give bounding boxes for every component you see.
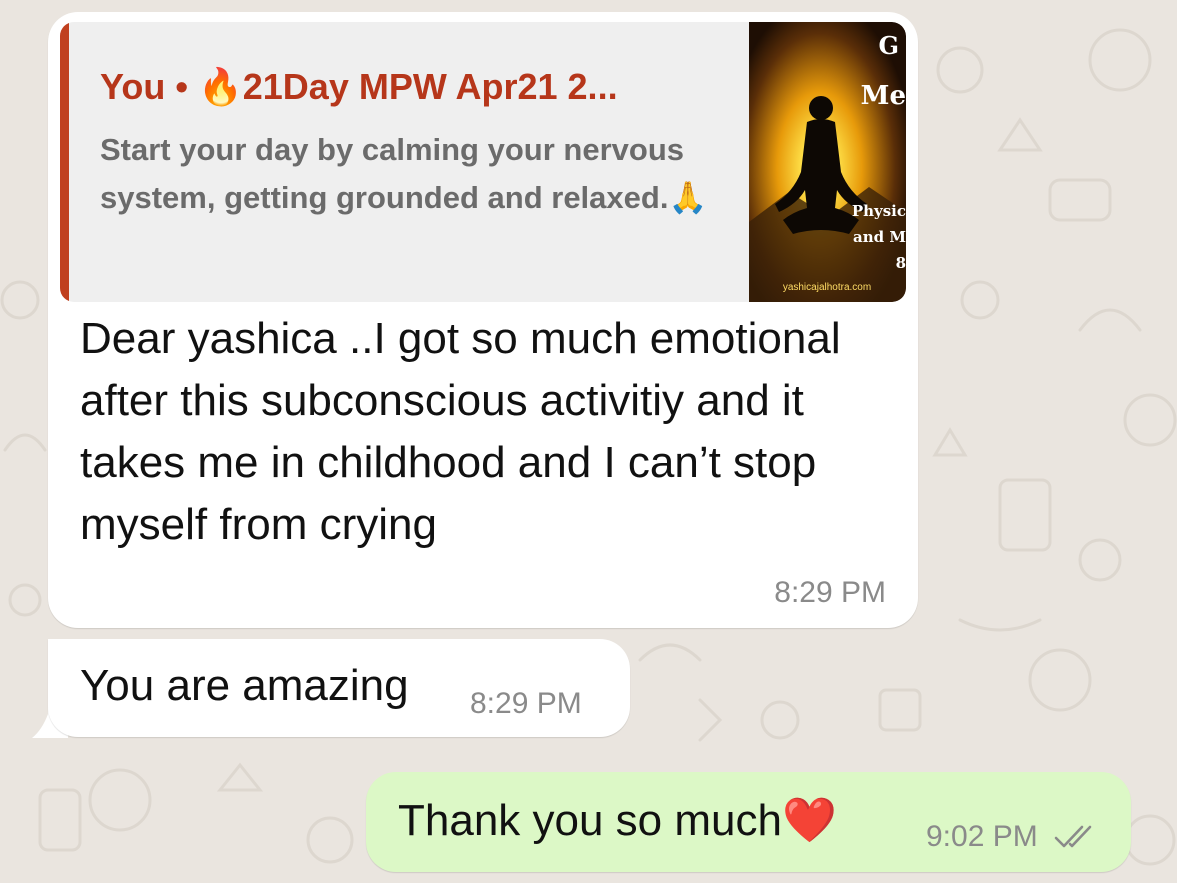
message-body: Thank you so much❤️: [398, 790, 837, 852]
heart-icon: ❤️: [781, 796, 837, 845]
message-timestamp: 8:29 PM: [774, 576, 886, 609]
thumbnail-caption-3: Physic: [852, 202, 906, 220]
quote-thumbnail: G Me Physic and M 8 yashicajalhotra.com: [749, 22, 906, 302]
quote-body: Start your day by calming your nervous s…: [100, 126, 740, 222]
outgoing-message[interactable]: Thank you so much❤️ 9:02 PM: [366, 772, 1131, 872]
double-check-icon: [1054, 825, 1092, 848]
quote-text: Start your day by calming your nervous s…: [100, 132, 684, 215]
fire-icon: 🔥: [197, 66, 243, 107]
quote-accent-bar: [60, 22, 69, 302]
quote-header: You • 🔥21Day MPW Apr21 2...: [100, 66, 618, 108]
message-timestamp: 8:29 PM: [470, 687, 582, 720]
message-timestamp: 9:02 PM: [926, 820, 1038, 853]
incoming-message-with-reply[interactable]: You • 🔥21Day MPW Apr21 2... Start your day…: [48, 12, 918, 628]
thumbnail-caption-5: 8: [896, 254, 906, 272]
thumbnail-caption-4: and M: [853, 228, 906, 246]
incoming-message[interactable]: You are amazing 8:29 PM: [48, 639, 630, 737]
thumbnail-watermark: yashicajalhotra.com: [783, 282, 871, 293]
quoted-message[interactable]: You • 🔥21Day MPW Apr21 2... Start your day…: [60, 22, 906, 302]
message-text: You are amazing: [80, 661, 409, 710]
meditation-icon: G Me Physic and M 8 yashicajalhotra.com: [749, 22, 906, 302]
quote-separator: •: [175, 66, 188, 107]
thumbnail-caption-1: G: [879, 31, 900, 60]
quote-title: 21Day MPW Apr21 2...: [242, 66, 618, 107]
message-text: Dear yashica ..I got so much emotional a…: [80, 314, 841, 549]
quote-author: You: [100, 66, 166, 107]
thumbnail-caption-2: Me: [861, 81, 906, 111]
message-text: Thank you so much: [398, 796, 782, 845]
folded-hands-icon: 🙏: [668, 180, 708, 215]
